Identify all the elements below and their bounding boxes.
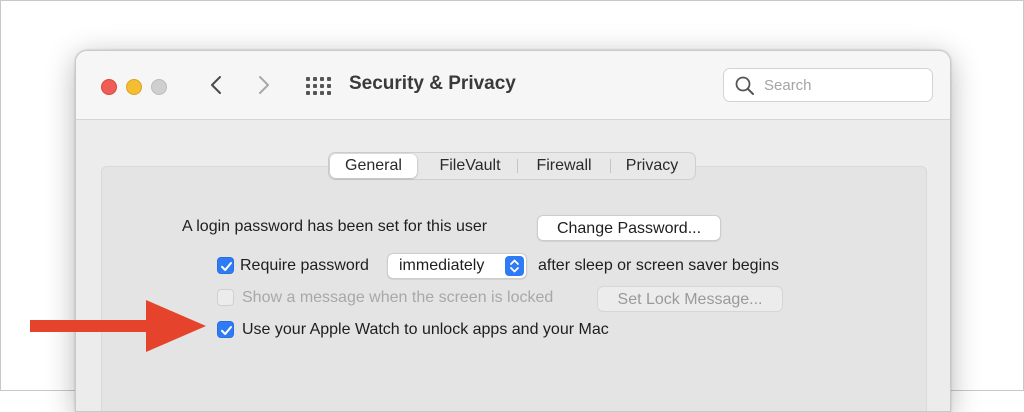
chevron-left-icon [211, 76, 221, 94]
login-password-text: A login password has been set for this u… [182, 218, 488, 235]
require-password-label: Require password [240, 257, 369, 274]
require-password-suffix: after sleep or screen saver begins [538, 257, 780, 274]
tab-firewall[interactable]: Firewall [520, 154, 608, 178]
forward-button[interactable] [252, 71, 276, 99]
search-icon [735, 76, 754, 95]
require-password-checkbox[interactable] [217, 257, 234, 274]
checkmark-icon [221, 326, 232, 335]
arrow-annotation-icon [30, 300, 206, 352]
checkmark-icon [221, 262, 232, 271]
preferences-window: Security & Privacy Search General FileVa… [75, 50, 951, 412]
require-password-delay-select[interactable]: immediately [387, 253, 527, 279]
tab-separator [517, 159, 518, 173]
select-value: immediately [399, 257, 485, 274]
apple-watch-label: Use your Apple Watch to unlock apps and … [242, 321, 609, 338]
show-message-checkbox[interactable] [217, 289, 234, 306]
minimize-button[interactable] [126, 79, 142, 95]
tab-bar: General FileVault Firewall Privacy [328, 152, 696, 180]
apple-watch-checkbox[interactable] [217, 321, 234, 338]
search-placeholder: Search [764, 77, 812, 94]
search-field[interactable]: Search [723, 68, 933, 102]
show-all-button[interactable] [304, 75, 331, 97]
tab-separator [610, 159, 611, 173]
title-bar: Security & Privacy Search [76, 51, 950, 120]
tab-privacy[interactable]: Privacy [612, 154, 692, 178]
set-lock-message-button[interactable]: Set Lock Message... [597, 286, 783, 312]
back-button[interactable] [204, 71, 228, 99]
stepper-icon [505, 256, 524, 276]
close-button[interactable] [101, 79, 117, 95]
chevron-right-icon [259, 76, 269, 94]
change-password-button[interactable]: Change Password... [537, 215, 721, 241]
show-message-label: Show a message when the screen is locked [242, 289, 554, 306]
tab-filevault[interactable]: FileVault [425, 154, 515, 178]
tab-general[interactable]: General [330, 154, 417, 178]
window-title: Security & Privacy [349, 73, 516, 94]
zoom-button[interactable] [151, 79, 167, 95]
